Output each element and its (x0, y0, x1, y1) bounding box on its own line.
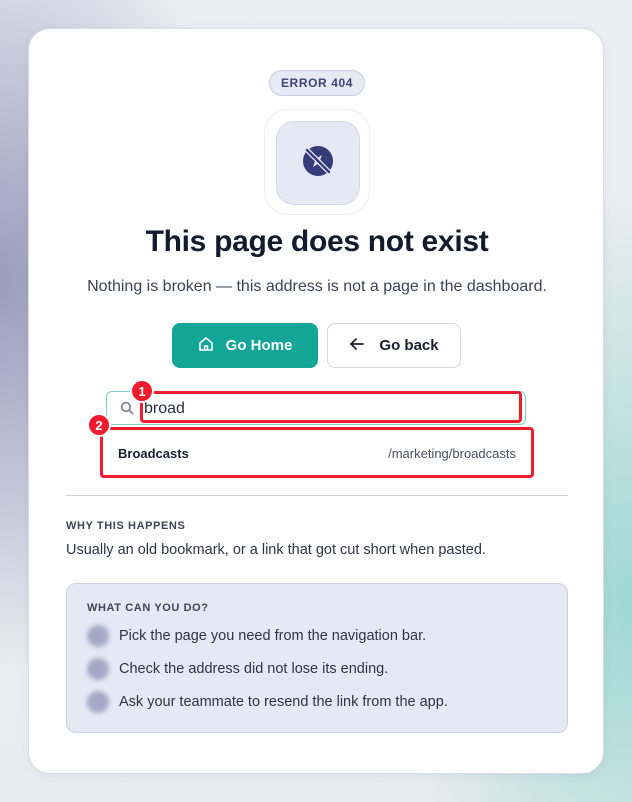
why-heading: WHY THIS HAPPENS (66, 520, 186, 532)
go-home-button[interactable]: Go Home (172, 323, 318, 368)
page-search-box[interactable] (106, 391, 526, 425)
step-bullet-icon (87, 658, 109, 680)
help-step: Pick the page you need from the navigati… (87, 625, 426, 647)
annotation-marker-2: 2 (87, 413, 111, 437)
help-step: Ask your teammate to resend the link fro… (87, 691, 448, 713)
search-input[interactable] (144, 397, 514, 421)
help-step-text: Check the address did not lose its endin… (119, 661, 389, 677)
compass-off-icon (300, 143, 336, 184)
help-step-text: Ask your teammate to resend the link fro… (119, 694, 448, 710)
why-text: Usually an old bookmark, or a link that … (66, 542, 486, 558)
search-result-item[interactable]: Broadcasts /marketing/broadcasts (102, 430, 532, 476)
help-step-text: Pick the page you need from the navigati… (119, 628, 427, 644)
help-heading: WHAT CAN YOU DO? (87, 602, 209, 614)
result-name: Broadcasts (118, 445, 189, 461)
step-bullet-icon (87, 625, 109, 647)
arrow-left-icon (349, 336, 365, 356)
go-back-label: Go back (379, 337, 439, 354)
status-icon-tile (276, 121, 360, 205)
help-step: Check the address did not lose its endin… (87, 658, 388, 680)
page-title: This page does not exist (145, 225, 489, 258)
annotation-marker-1: 1 (130, 379, 154, 403)
go-home-label: Go Home (225, 337, 293, 354)
error-card: ERROR 404 This page does not exist Nothi… (28, 28, 604, 774)
home-icon (198, 336, 214, 356)
section-divider (66, 495, 568, 496)
go-back-button[interactable]: Go back (327, 323, 461, 368)
result-path: /marketing/broadcasts (388, 445, 516, 461)
search-icon (120, 401, 134, 420)
step-bullet-icon (87, 691, 109, 713)
help-panel: WHAT CAN YOU DO? Pick the page you need … (66, 583, 568, 733)
status-icon-frame (264, 109, 370, 215)
page-subtitle: Nothing is broken — this address is not … (87, 278, 547, 295)
error-badge: ERROR 404 (269, 70, 365, 96)
